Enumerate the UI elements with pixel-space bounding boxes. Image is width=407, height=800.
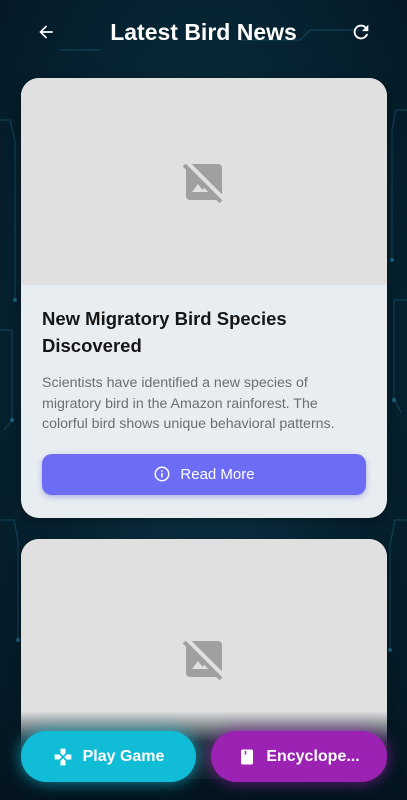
back-button[interactable]	[32, 18, 60, 46]
news-description: Scientists have identified a new species…	[42, 375, 335, 432]
page-title: Latest Bird News	[110, 18, 297, 45]
read-more-label: Read More	[180, 465, 255, 483]
encyclopedia-label: Encyclope...	[266, 747, 360, 765]
play-game-label: Play Game	[82, 747, 165, 765]
info-icon	[154, 466, 170, 482]
encyclopedia-button[interactable]: Encyclope...	[211, 731, 387, 782]
refresh-button[interactable]	[347, 18, 375, 46]
book-icon	[241, 749, 254, 764]
image-unavailable-icon	[182, 163, 223, 203]
app-header: Latest Bird News	[0, 0, 407, 64]
news-image-placeholder	[21, 78, 387, 285]
refresh-icon	[353, 24, 369, 40]
read-more-button[interactable]: Read More	[42, 453, 366, 495]
gamepad-icon	[54, 748, 71, 765]
news-card: New Migratory Bird Species Discovered Sc…	[21, 78, 387, 518]
arrow-left-icon	[39, 25, 53, 39]
news-title: New Migratory Bird Species Discovered	[42, 308, 287, 356]
image-unavailable-icon	[182, 640, 223, 681]
play-game-button[interactable]: Play Game	[21, 731, 196, 782]
